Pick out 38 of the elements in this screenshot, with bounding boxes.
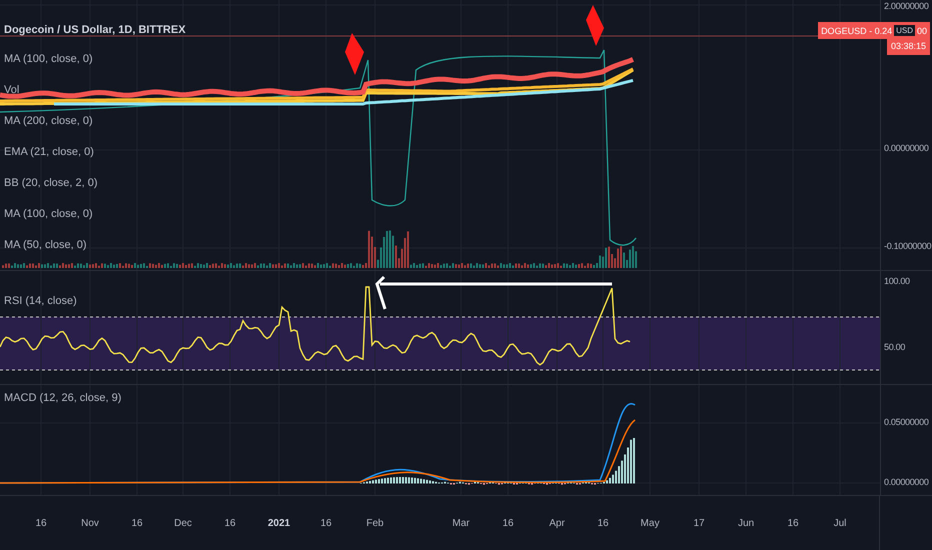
time-axis-label: 16	[597, 518, 609, 529]
time-axis-label: Feb	[366, 518, 384, 529]
time-axis-label: 16	[502, 518, 514, 529]
indicator-label: MA (100, close, 0)	[4, 52, 93, 67]
indicator-label: MA (200, close, 0)	[4, 114, 93, 129]
indicator-label: EMA (21, close, 0)	[4, 145, 94, 160]
macd-axis-label: 0.00000000	[884, 476, 929, 488]
price-axis-label: 2.00000000	[884, 0, 929, 12]
time-axis-label: 16	[320, 518, 332, 529]
time-axis-label: Jun	[738, 518, 754, 529]
chart-title: Dogecoin / US Dollar, 1D, BITTREX	[4, 24, 186, 36]
time-axis-label: 2021	[268, 518, 290, 529]
price-axis-label: 0.00000000	[884, 142, 929, 154]
time-axis-label: 16	[131, 518, 143, 529]
rsi-axis-label: 100.00	[884, 275, 910, 287]
time-axis-label: Dec	[174, 518, 192, 529]
price-axis-label: -0.10000000	[884, 240, 932, 252]
indicator-label: MA (50, close, 0)	[4, 238, 87, 253]
indicator-label: MA (100, close, 0)	[4, 207, 93, 222]
time-axis-label: Nov	[81, 518, 99, 529]
countdown-text: 03:38:15	[886, 39, 930, 55]
time-axis-label: Apr	[549, 518, 565, 529]
price-end-text: 00	[916, 26, 927, 36]
time-axis-label: 17	[693, 518, 705, 529]
time-axis-label: Jul	[834, 518, 846, 529]
time-axis-label: 16	[35, 518, 47, 529]
indicator-label: Vol	[4, 83, 20, 98]
indicator-label: BB (20, close, 2, 0)	[4, 176, 98, 191]
rsi-axis-label: 50.00	[884, 341, 906, 353]
indicator-label: MACD (12, 26, close, 9)	[4, 391, 122, 406]
time-axis-label: 16	[224, 518, 236, 529]
symbol-price-text: DOGEUSD - 0.24	[821, 26, 892, 36]
time-axis-label: 16	[787, 518, 799, 529]
indicator-label: RSI (14, close)	[4, 294, 77, 309]
time-axis-label: Mar	[452, 518, 470, 529]
currency-badge: USD	[894, 25, 915, 36]
time-axis-label: May	[640, 518, 660, 529]
macd-axis-label: 0.05000000	[884, 416, 929, 428]
